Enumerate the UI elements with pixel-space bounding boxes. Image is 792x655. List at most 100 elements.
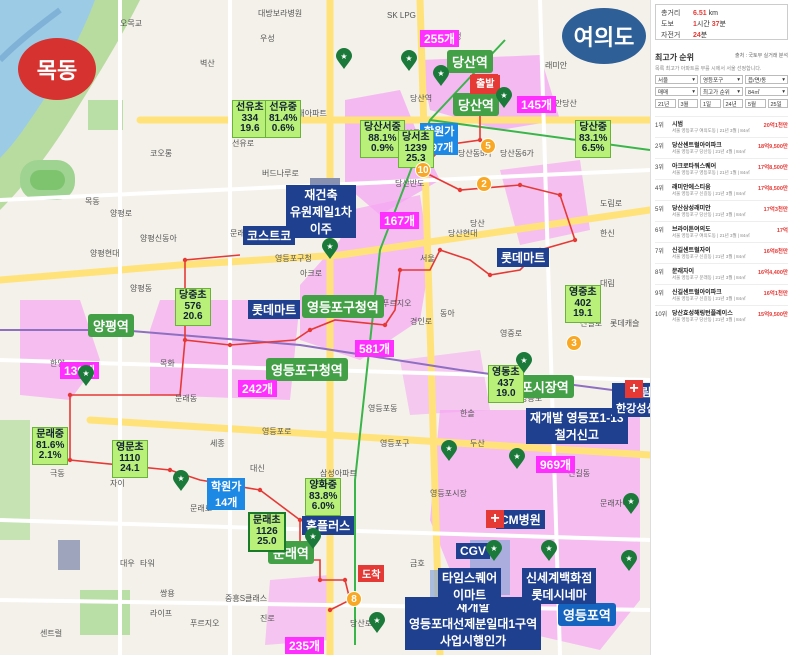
apartment-pin-icon[interactable]: ★ <box>304 528 322 550</box>
region-yeouido: 여의도 <box>562 8 646 64</box>
svg-text:★: ★ <box>405 54 412 63</box>
station-dangsan-1[interactable]: 당산역 <box>447 50 493 73</box>
region-mokdong: 목동 <box>18 38 96 100</box>
summary-bike: 자전거 24분 <box>661 32 708 39</box>
map-place-label: 목화 <box>160 359 175 368</box>
route-summary: 총거리 6.51 km 도보 1시간 37분 자전거 24분 <box>655 4 788 40</box>
map-place-label: 양평로 <box>110 209 133 218</box>
apartment-pin-icon[interactable]: ★ <box>368 612 386 634</box>
school-label[interactable]: 문래중 81.6% 2.1% <box>32 427 69 465</box>
apartment-pin-icon[interactable]: ★ <box>440 440 458 462</box>
hospital-cross-icon: + <box>625 380 643 398</box>
map-place-label: 버드나루로 <box>262 169 299 178</box>
rank-name: 브라이튼여의도 <box>672 227 711 233</box>
select-dong[interactable]: 읍/면/동 ▾ <box>745 75 788 84</box>
school-label[interactable]: 당산중 83.1% 6.5% <box>575 120 612 158</box>
ranking-row[interactable]: 4위 래미안에스티움 서울 영등포구 신길동 | 21년 3월 | 84㎡ 17억8,… <box>655 179 788 200</box>
ranking-row[interactable]: 6위 브라이튼여의도 서울 영등포구 여의도동 | 21년 3월 | 84㎡ 17억 <box>655 221 788 242</box>
school-label[interactable]: 선유중 81.4% 0.6% <box>265 100 302 138</box>
apartment-pin-icon[interactable]: ★ <box>495 87 513 109</box>
map-place-label: 롯데캐슬 <box>610 319 640 328</box>
school-label[interactable]: 영문초 1110 24.1 <box>112 440 148 478</box>
apartment-pin-icon[interactable]: ★ <box>485 540 503 562</box>
school-label[interactable]: 양화중 83.8% 6.0% <box>305 478 342 516</box>
svg-text:★: ★ <box>373 616 380 625</box>
ranking-list: 1위 시범 서울 영등포구 여의도동 | 21년 3월 | 84㎡ 20억1천만 2위 당… <box>651 116 792 326</box>
apartment-pin-icon[interactable]: ★ <box>540 540 558 562</box>
map-place-label: 영등포구청 <box>275 254 312 263</box>
select-end-day[interactable]: 25일 <box>767 99 788 108</box>
rank-detail: 서울 영등포구 당산동 | 21년 3월 | 84㎡ <box>672 212 746 217</box>
rank-name: 문래자이 <box>672 269 695 275</box>
school-label[interactable]: 영중초 402 19.1 <box>565 285 601 323</box>
ranking-row[interactable]: 8위 문래자이 서울 영등포구 문래동 | 21년 3월 | 84㎡ 16억4,400… <box>655 263 788 284</box>
apartment-pin-icon[interactable]: ★ <box>335 48 353 70</box>
station-yeongdeungpo-gucheong-1[interactable]: 영등포구청역 <box>302 295 384 318</box>
select-trade[interactable]: 매매 ▾ <box>655 87 698 96</box>
apartment-pin-icon[interactable]: ★ <box>432 65 450 87</box>
station-dangsan-2[interactable]: 당산역 <box>453 93 499 116</box>
ranking-row[interactable]: 5위 당산삼성래미안 서울 영등포구 당산동 | 21년 3월 | 84㎡ 17억3천… <box>655 200 788 221</box>
select-sort[interactable]: 최고가 순위 ▾ <box>700 87 743 96</box>
apartment-pin-icon[interactable]: ★ <box>508 448 526 470</box>
select-start-year[interactable]: 21년 <box>655 99 676 108</box>
select-start-day[interactable]: 1일 <box>700 99 721 108</box>
map-place-label: 세종 <box>210 439 225 448</box>
select-size[interactable]: 84㎡ ▾ <box>745 87 788 96</box>
area-shinsegae: 신세계백화점 롯데시네마 <box>522 568 597 604</box>
map-place-label: 영등포로 <box>262 427 292 436</box>
select-start-month[interactable]: 3월 <box>677 99 698 108</box>
station-yeongdeungpo[interactable]: 영등포역 <box>558 603 616 626</box>
school-label[interactable]: 당중초 576 20.6 <box>175 288 211 326</box>
ranking-row[interactable]: 1위 시범 서울 영등포구 여의도동 | 21년 3월 | 84㎡ 20억1천만 <box>655 116 788 137</box>
svg-text:★: ★ <box>500 91 507 100</box>
ranking-row[interactable]: 9위 신길센트럴아이파크 서울 영등포구 신길동 | 21년 3월 | 84㎡ 16억… <box>655 284 788 305</box>
school-name: 양화중 <box>309 480 337 491</box>
school-label[interactable]: 문래초 1126 25.0 <box>248 512 286 552</box>
school-b: 20.6 <box>183 311 203 322</box>
count-969: 969개 <box>536 456 576 473</box>
ranking-row[interactable]: 2위 당산센트럴아이파크 서울 영등포구 당산동 | 21년 4월 | 84㎡ 18억… <box>655 137 788 158</box>
ranking-row[interactable]: 10위 당산효성해링턴플레이스 서울 영등포구 당산동 | 21년 3월 | 84㎡… <box>655 305 788 326</box>
apartment-pin-icon[interactable]: ★ <box>400 50 418 72</box>
count-255: 255개 <box>420 30 460 47</box>
map-place-label: 중흥S클래스 <box>225 594 268 603</box>
station-yeongdeungpo-gucheong-2[interactable]: 영등포구청역 <box>266 358 348 381</box>
hospital-cross-icon: + <box>486 510 504 528</box>
school-label[interactable]: 당서초 1239 25.3 <box>398 130 434 168</box>
map-place-label: 영등포동 <box>368 404 398 413</box>
apartment-pin-icon[interactable]: ★ <box>321 238 339 260</box>
school-name: 영중초 <box>569 287 597 298</box>
rank-name: 시범 <box>672 122 684 128</box>
rank-number: 4위 <box>655 186 664 192</box>
select-end-month[interactable]: 5월 <box>745 99 766 108</box>
area-costco: 코스트코 <box>243 226 296 245</box>
map-place-label: 한솔 <box>460 409 475 418</box>
apartment-pin-icon[interactable]: ★ <box>515 352 533 374</box>
map-place-label: 문래동 <box>175 394 198 403</box>
map-place-label: 두산 <box>470 439 485 448</box>
svg-text:★: ★ <box>340 52 347 61</box>
rank-number: 6위 <box>655 228 664 234</box>
rank-price: 17억8,500만 <box>757 186 788 192</box>
apartment-pin-icon[interactable]: ★ <box>172 470 190 492</box>
select-city[interactable]: 서울 ▾ <box>655 75 698 84</box>
map-place-label: 푸르지오 <box>190 619 220 628</box>
select-district[interactable]: 영등포구 ▾ <box>700 75 743 84</box>
svg-text:★: ★ <box>625 554 632 563</box>
station-yangpyeong[interactable]: 양평역 <box>88 314 134 337</box>
map-place-label: 쌍용 <box>160 589 175 598</box>
map-view[interactable]: 대방보라병원SK LPG당산삼성래미안영등포구청당산역당산반도당산현대양평동문래… <box>0 0 650 655</box>
apartment-pin-icon[interactable]: ★ <box>622 493 640 515</box>
rank-name: 아크로타워스퀘어 <box>672 164 717 170</box>
select-end-year[interactable]: 24년 <box>722 99 743 108</box>
apartment-pin-icon[interactable]: ★ <box>77 365 95 387</box>
apartment-pin-icon[interactable]: ★ <box>620 550 638 572</box>
school-label[interactable]: 선유초 334 19.6 <box>232 100 268 138</box>
map-place-label: 대신 <box>250 464 265 473</box>
ranking-title: 최고가 순위 출처 : 국토부 실거래 분석 <box>655 53 788 62</box>
school-b: 0.9% <box>371 143 394 154</box>
ranking-row[interactable]: 7위 신길센트럴자이 서울 영등포구 신길동 | 21년 3월 | 84㎡ 16억8천… <box>655 242 788 263</box>
rank-price: 16억8천만 <box>763 249 788 255</box>
ranking-row[interactable]: 3위 아크로타워스퀘어 서울 영등포구 영등포동 | 21년 1월 | 84㎡ 17억… <box>655 158 788 179</box>
